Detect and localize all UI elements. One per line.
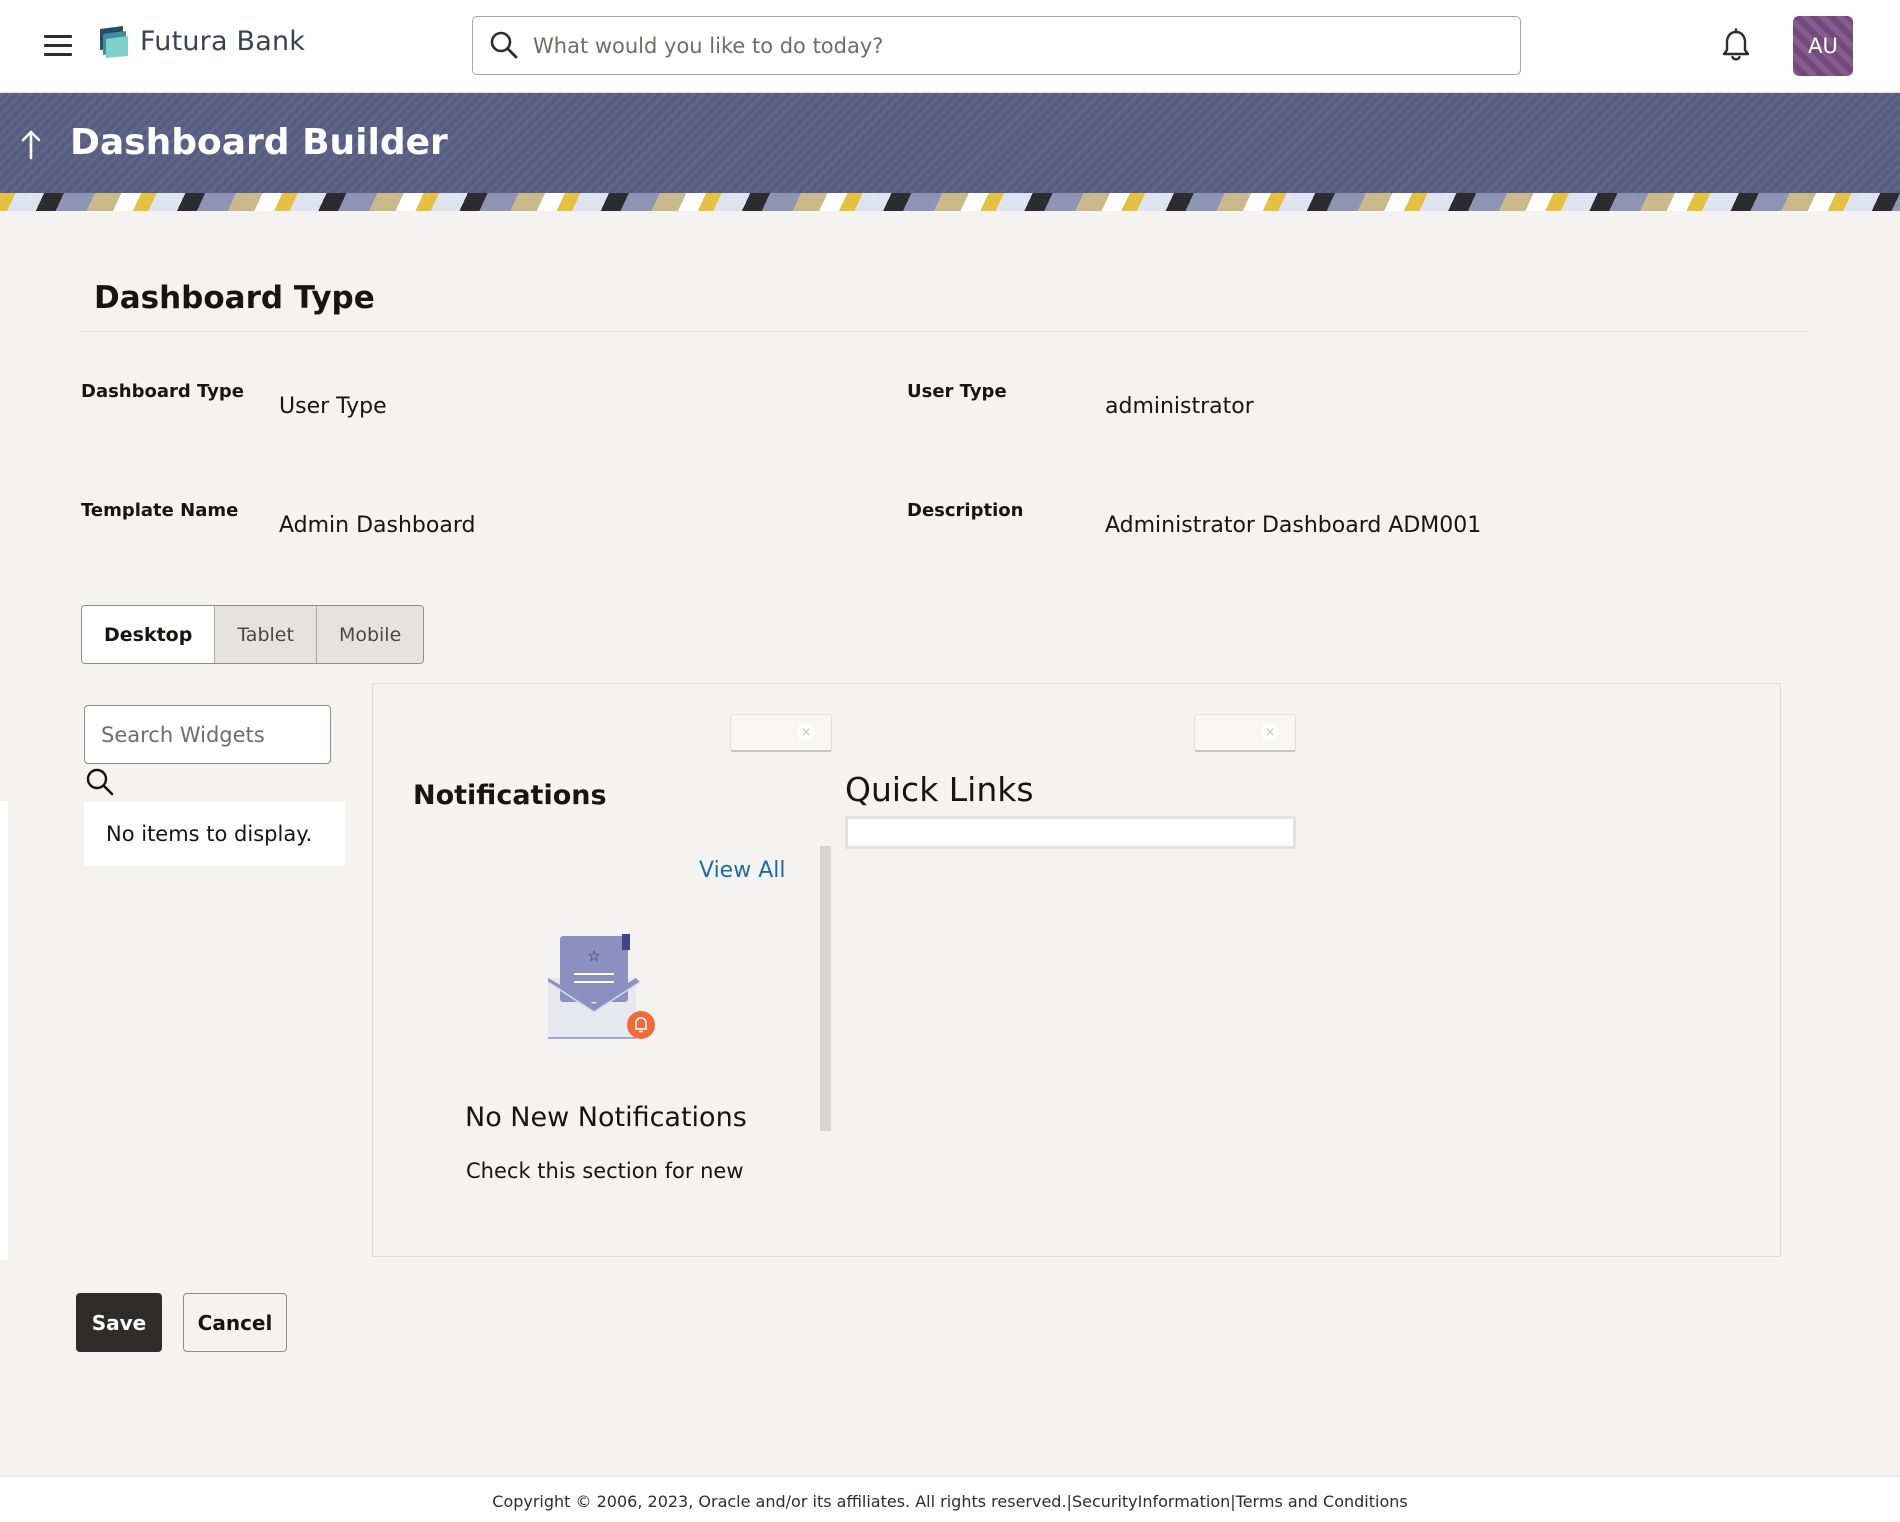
search-icon	[490, 31, 518, 59]
notifications-title: Notifications	[413, 780, 607, 811]
page-title: Dashboard Builder	[70, 122, 448, 163]
quick-links-title: Quick Links	[845, 770, 1034, 809]
terms-link[interactable]: Terms and Conditions	[1236, 1492, 1408, 1511]
notifications-widget-handle[interactable]: ×	[730, 714, 832, 752]
copyright-text: Copyright © 2006, 2023, Oracle and/or it…	[492, 1492, 1067, 1511]
no-notifications-subtitle: Check this section for new	[466, 1159, 744, 1183]
view-all-link[interactable]: View All	[699, 858, 785, 883]
section-divider	[80, 331, 1807, 332]
tab-tablet[interactable]: Tablet	[214, 606, 316, 663]
widget-search-input[interactable]	[85, 706, 330, 763]
quick-links-widget-handle[interactable]: ×	[1194, 714, 1296, 752]
cancel-button[interactable]: Cancel	[183, 1293, 287, 1352]
user-type-label: User Type	[907, 381, 1007, 402]
notifications-scrollbar[interactable]	[820, 846, 831, 1131]
tab-desktop[interactable]: Desktop	[82, 606, 215, 663]
template-name-value: Admin Dashboard	[279, 513, 476, 538]
close-icon[interactable]: ×	[797, 723, 815, 741]
tab-mobile[interactable]: Mobile	[315, 606, 424, 663]
section-title: Dashboard Type	[94, 280, 375, 316]
description-label: Description	[907, 500, 1024, 521]
global-search[interactable]	[472, 16, 1521, 75]
quick-links-placeholder	[845, 816, 1296, 849]
left-edge-panel	[0, 801, 8, 1260]
close-icon[interactable]: ×	[1261, 723, 1279, 741]
back-arrow-icon[interactable]	[18, 128, 44, 162]
description-value: Administrator Dashboard ADM001	[1105, 513, 1482, 538]
security-information-link[interactable]: SecurityInformation	[1072, 1492, 1230, 1511]
menu-icon[interactable]	[44, 33, 74, 57]
template-name-label: Template Name	[81, 500, 239, 521]
device-selector: Desktop Tablet Mobile	[81, 605, 425, 664]
search-icon[interactable]	[85, 767, 115, 797]
svg-text:☆: ☆	[587, 947, 600, 965]
footer: Copyright © 2006, 2023, Oracle and/or it…	[0, 1476, 1900, 1522]
avatar[interactable]: AU	[1793, 16, 1853, 76]
save-button[interactable]: Save	[76, 1293, 162, 1352]
widget-search-box[interactable]	[84, 705, 331, 764]
brand-name: Futura Bank	[140, 26, 306, 57]
user-type-value: administrator	[1105, 394, 1254, 419]
search-input[interactable]	[533, 27, 1493, 65]
top-bar: Futura Bank AU	[0, 0, 1900, 93]
banner-pattern	[0, 193, 1900, 211]
no-notifications-title: No New Notifications	[465, 1102, 747, 1133]
bell-icon[interactable]	[1720, 28, 1752, 64]
envelope-icon: ☆	[547, 934, 655, 1039]
dashboard-type-value: User Type	[279, 394, 387, 419]
bank-logo-icon	[100, 26, 128, 58]
dashboard-type-label: Dashboard Type	[81, 381, 245, 402]
widget-list-empty: No items to display.	[84, 802, 345, 866]
